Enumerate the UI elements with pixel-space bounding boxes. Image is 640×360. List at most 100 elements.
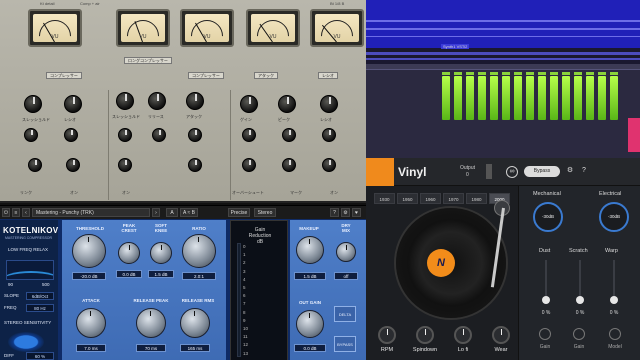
- release-peak-value[interactable]: 70 ms: [136, 344, 166, 352]
- freq-field[interactable]: 80 Hz: [26, 304, 54, 312]
- out-gain-value[interactable]: 0.0 dB: [294, 344, 326, 352]
- midi-clip-header[interactable]: [526, 72, 534, 75]
- midi-clip[interactable]: [562, 76, 570, 120]
- heart-icon[interactable]: ♥: [352, 208, 361, 217]
- threshold-knob[interactable]: [72, 234, 106, 268]
- slope-field[interactable]: 6dB/Oct: [26, 292, 54, 300]
- electrical-dial[interactable]: -30dB: [599, 202, 629, 232]
- mechanical-dial[interactable]: -30dB: [533, 202, 563, 232]
- release-rms-knob[interactable]: [180, 308, 210, 338]
- midi-clip[interactable]: [502, 76, 510, 120]
- rack-knob[interactable]: [28, 158, 42, 172]
- warp-slider[interactable]: [610, 260, 618, 304]
- makeup-value[interactable]: 1.5 dB: [294, 272, 326, 280]
- delta-button[interactable]: DELTA: [334, 306, 356, 322]
- midi-clip-header[interactable]: [478, 72, 486, 75]
- attack-knob[interactable]: [76, 308, 106, 338]
- rack-knob[interactable]: [66, 158, 80, 172]
- era-button-1980[interactable]: 1980: [466, 193, 487, 204]
- rack-knob[interactable]: [322, 158, 336, 172]
- midi-clip-header[interactable]: [454, 72, 462, 75]
- dry-mix-knob[interactable]: [336, 242, 356, 262]
- rack-knob[interactable]: [186, 92, 204, 110]
- menu-icon[interactable]: ≡: [12, 208, 20, 217]
- stereo-button[interactable]: Stereo: [254, 208, 276, 217]
- midi-clip[interactable]: [574, 76, 582, 120]
- soft-knee-knob[interactable]: [150, 242, 172, 264]
- era-button-1930[interactable]: 1930: [374, 193, 395, 204]
- rack-knob[interactable]: [118, 158, 132, 172]
- rack-knob[interactable]: [64, 128, 78, 142]
- rack-knob[interactable]: [282, 158, 296, 172]
- dust-slider[interactable]: [542, 260, 550, 304]
- midi-clip-header[interactable]: [514, 72, 522, 75]
- midi-clip[interactable]: [490, 76, 498, 120]
- ratio-knob[interactable]: [182, 234, 216, 268]
- ratio-value[interactable]: 2.0:1: [182, 272, 216, 280]
- threshold-value[interactable]: -20.0 dB: [72, 272, 106, 280]
- rack-knob[interactable]: [188, 158, 202, 172]
- help-button[interactable]: ?: [578, 166, 590, 178]
- rack-knob[interactable]: [278, 95, 296, 113]
- release-peak-knob[interactable]: [136, 308, 166, 338]
- clip-title[interactable]: Synth1 VSTi2: [441, 44, 470, 49]
- rack-knob[interactable]: [242, 128, 256, 142]
- preset-selector[interactable]: Mastering - Punchy (TRK): [32, 208, 150, 217]
- link-icon[interactable]: ∞: [506, 166, 518, 178]
- midi-clip[interactable]: [598, 76, 606, 120]
- midi-clip-header[interactable]: [598, 72, 606, 75]
- rack-knob[interactable]: [322, 128, 336, 142]
- midi-clip[interactable]: [442, 76, 450, 120]
- next-preset-icon[interactable]: ›: [152, 208, 160, 217]
- peak-crest-value[interactable]: 0.0 dB: [116, 270, 142, 278]
- rack-knob[interactable]: [188, 128, 202, 142]
- release-rms-value[interactable]: 165 ms: [180, 344, 210, 352]
- midi-clip-header[interactable]: [538, 72, 546, 75]
- gain-knob[interactable]: [539, 328, 551, 340]
- rack-knob[interactable]: [118, 128, 132, 142]
- settings-icon[interactable]: ⚙: [341, 208, 350, 217]
- midi-clip[interactable]: [628, 118, 640, 152]
- rack-knob[interactable]: [282, 128, 296, 142]
- wear-knob[interactable]: [492, 326, 510, 344]
- midi-clip-header[interactable]: [562, 72, 570, 75]
- midi-clip[interactable]: [478, 76, 486, 120]
- midi-clip-header[interactable]: [466, 72, 474, 75]
- output-value[interactable]: 0: [466, 172, 469, 178]
- stereo-sensitivity-knob[interactable]: [8, 332, 44, 352]
- rack-knob[interactable]: [24, 128, 38, 142]
- midi-clip-header[interactable]: [490, 72, 498, 75]
- midi-clip[interactable]: [610, 76, 618, 120]
- makeup-knob[interactable]: [296, 236, 324, 264]
- midi-clip[interactable]: [550, 76, 558, 120]
- midi-clip-header[interactable]: [550, 72, 558, 75]
- prev-preset-icon[interactable]: ‹: [22, 208, 30, 217]
- lofi-knob[interactable]: [454, 326, 472, 344]
- precise-button[interactable]: Precise: [228, 208, 250, 217]
- scratch-slider[interactable]: [576, 260, 584, 304]
- midi-clip-header[interactable]: [610, 72, 618, 75]
- midi-clip-header[interactable]: [574, 72, 582, 75]
- bypass-button[interactable]: BYPASS: [334, 336, 356, 352]
- rack-knob[interactable]: [24, 95, 42, 113]
- attack-value[interactable]: 7.0 ms: [76, 344, 106, 352]
- bypass-button[interactable]: Bypass: [524, 166, 560, 177]
- rack-knob[interactable]: [152, 128, 166, 142]
- midi-clip[interactable]: [586, 76, 594, 120]
- rack-knob[interactable]: [240, 95, 258, 113]
- low-freq-relax-graph[interactable]: [6, 260, 54, 280]
- era-button-1950[interactable]: 1950: [397, 193, 418, 204]
- diff-field[interactable]: 60 %: [26, 352, 54, 360]
- gear-icon[interactable]: ⚙: [564, 166, 576, 178]
- midi-clip-header[interactable]: [442, 72, 450, 75]
- midi-clip[interactable]: [454, 76, 462, 120]
- spindown-knob[interactable]: [416, 326, 434, 344]
- audio-track-lane[interactable]: [366, 0, 640, 48]
- rack-knob[interactable]: [320, 95, 338, 113]
- out-gain-knob[interactable]: [296, 310, 324, 338]
- era-button-1970[interactable]: 1970: [443, 193, 464, 204]
- midi-clip-header[interactable]: [586, 72, 594, 75]
- help-button[interactable]: ?: [330, 208, 339, 217]
- ab-compare-button[interactable]: A ≈ B: [180, 208, 198, 217]
- peak-crest-knob[interactable]: [118, 242, 140, 264]
